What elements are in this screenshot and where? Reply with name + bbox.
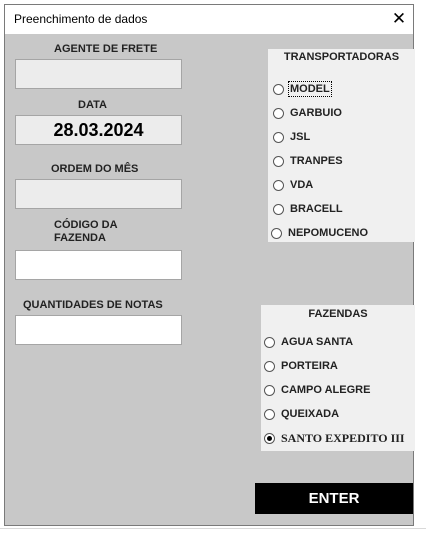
radio-porteira[interactable]: PORTEIRA bbox=[264, 358, 338, 374]
radio-circle-icon bbox=[273, 107, 284, 119]
form-window: Preenchimento de dados ✕ AGENTE DE FRETE… bbox=[4, 4, 415, 526]
radio-circle-icon bbox=[273, 83, 284, 95]
transportadoras-title: TRANSPORTADORAS bbox=[283, 51, 400, 63]
radio-selected-icon bbox=[264, 432, 275, 444]
radio-queixada[interactable]: QUEIXADA bbox=[264, 406, 339, 422]
radio-vda[interactable]: VDA bbox=[273, 177, 313, 193]
ordem-field[interactable] bbox=[15, 179, 182, 209]
radio-circle-icon bbox=[264, 336, 275, 348]
radio-agua-santa[interactable]: AGUA SANTA bbox=[264, 334, 353, 350]
radio-circle-icon bbox=[264, 408, 275, 420]
radio-circle-icon bbox=[273, 131, 284, 143]
radio-circle-icon bbox=[273, 203, 284, 215]
radio-bracell[interactable]: BRACELL bbox=[273, 201, 343, 217]
transportadoras-group: TRANSPORTADORAS MODEL GARBUIO JSL TRANPE… bbox=[268, 49, 415, 242]
radio-jsl[interactable]: JSL bbox=[273, 129, 310, 145]
sheet-gridline bbox=[0, 528, 426, 529]
radio-campo-alegre[interactable]: CAMPO ALEGRE bbox=[264, 382, 370, 398]
radio-tranpes[interactable]: TRANPES bbox=[273, 153, 343, 169]
radio-circle-icon bbox=[273, 155, 284, 167]
codigo-fazenda-field[interactable] bbox=[15, 250, 182, 280]
window-title: Preenchimento de dados bbox=[14, 12, 148, 26]
fazendas-title: FAZENDAS bbox=[308, 308, 368, 320]
radio-garbuio[interactable]: GARBUIO bbox=[273, 105, 342, 121]
data-value: 28.03.2024 bbox=[53, 119, 144, 140]
close-icon[interactable]: ✕ bbox=[385, 5, 413, 34]
agente-label: AGENTE DE FRETE bbox=[54, 43, 158, 55]
agente-field[interactable] bbox=[15, 59, 182, 89]
radio-nepomuceno[interactable]: NEPOMUCENO bbox=[271, 225, 368, 241]
ordem-label: ORDEM DO MÊS bbox=[51, 163, 139, 175]
quantidades-field[interactable] bbox=[15, 315, 182, 345]
fazendas-group: FAZENDAS AGUA SANTA PORTEIRA CAMPO ALEGR… bbox=[261, 305, 415, 451]
codigo-label-line2: FAZENDA bbox=[54, 232, 106, 244]
radio-circle-icon bbox=[273, 179, 284, 191]
title-bar: Preenchimento de dados ✕ bbox=[5, 5, 413, 34]
radio-circle-icon bbox=[264, 384, 275, 396]
radio-santo-expedito-iii[interactable]: SANTO EXPEDITO III bbox=[264, 430, 405, 446]
radio-model[interactable]: MODEL bbox=[273, 81, 332, 97]
enter-button[interactable]: ENTER bbox=[255, 483, 413, 514]
data-field[interactable]: 28.03.2024 bbox=[15, 115, 182, 145]
codigo-label-line1: CÓDIGO DA bbox=[54, 219, 118, 231]
data-label: DATA bbox=[78, 99, 107, 111]
radio-circle-icon bbox=[264, 360, 275, 372]
radio-circle-icon bbox=[271, 227, 282, 239]
quantidades-label: QUANTIDADES DE NOTAS bbox=[23, 299, 163, 311]
